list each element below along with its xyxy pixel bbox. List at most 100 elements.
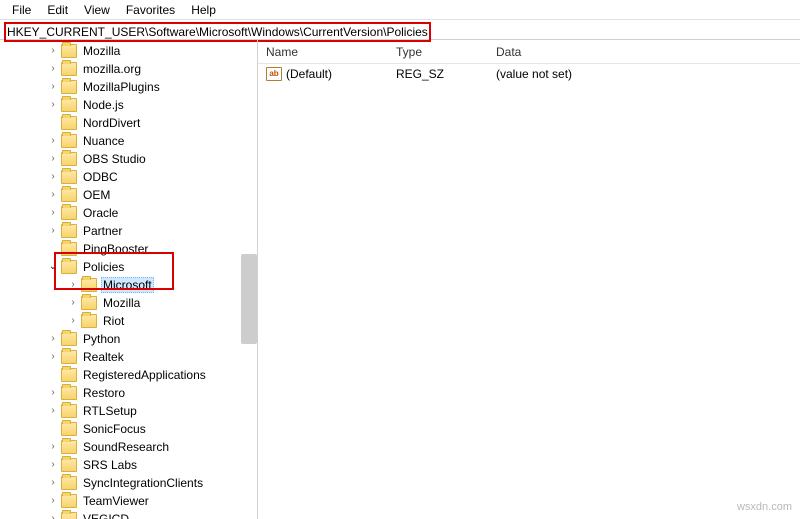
chevron-right-icon[interactable]: › (47, 42, 59, 60)
menu-file[interactable]: File (4, 1, 39, 19)
folder-icon (61, 494, 77, 508)
chevron-right-icon[interactable]: › (47, 348, 59, 366)
chevron-right-icon[interactable]: › (47, 456, 59, 474)
folder-icon (61, 134, 77, 148)
tree-item-pingbooster[interactable]: PingBooster (1, 240, 257, 258)
tree-item-odbc[interactable]: ›ODBC (1, 168, 257, 186)
tree-pane: ›Mozilla ›mozilla.org ›MozillaPlugins ›N… (0, 40, 258, 519)
folder-icon (81, 314, 97, 328)
folder-icon (61, 332, 77, 346)
folder-icon (61, 422, 77, 436)
folder-icon (61, 152, 77, 166)
tree-item-riot[interactable]: ›Riot (1, 312, 257, 330)
string-value-icon: ab (266, 67, 282, 81)
tree-item-soundresearch[interactable]: ›SoundResearch (1, 438, 257, 456)
folder-icon (61, 44, 77, 58)
value-name: (Default) (286, 67, 332, 81)
col-header-data[interactable]: Data (488, 41, 800, 63)
tree-item-mozillaplugins[interactable]: ›MozillaPlugins (1, 78, 257, 96)
chevron-right-icon[interactable]: › (47, 402, 59, 420)
registry-tree[interactable]: ›Mozilla ›mozilla.org ›MozillaPlugins ›N… (0, 42, 257, 519)
col-header-type[interactable]: Type (388, 41, 488, 63)
folder-icon (61, 440, 77, 454)
chevron-right-icon[interactable]: › (47, 168, 59, 186)
folder-icon (81, 278, 97, 292)
tree-item-obs[interactable]: ›OBS Studio (1, 150, 257, 168)
tree-item-nodejs[interactable]: ›Node.js (1, 96, 257, 114)
tree-item-partner[interactable]: ›Partner (1, 222, 257, 240)
content-area: ›Mozilla ›mozilla.org ›MozillaPlugins ›N… (0, 40, 800, 519)
menu-edit[interactable]: Edit (39, 1, 76, 19)
chevron-right-icon[interactable]: › (67, 294, 79, 312)
cell-data: (value not set) (488, 65, 800, 83)
folder-icon (61, 170, 77, 184)
chevron-right-icon[interactable]: › (47, 96, 59, 114)
tree-item-restoro[interactable]: ›Restoro (1, 384, 257, 402)
cell-name: ab (Default) (258, 65, 388, 84)
chevron-right-icon[interactable]: › (47, 132, 59, 150)
chevron-right-icon[interactable]: › (47, 474, 59, 492)
folder-icon (61, 206, 77, 220)
chevron-right-icon[interactable]: › (67, 276, 79, 294)
tree-item-vegicd[interactable]: ›VEGICD (1, 510, 257, 519)
folder-icon (61, 458, 77, 472)
list-row[interactable]: ab (Default) REG_SZ (value not set) (258, 64, 800, 84)
chevron-right-icon[interactable]: › (47, 330, 59, 348)
chevron-right-icon[interactable]: › (67, 312, 79, 330)
tree-item-sonicfocus[interactable]: SonicFocus (1, 420, 257, 438)
list-pane: Name Type Data ab (Default) REG_SZ (value… (258, 40, 800, 519)
tree-item-python[interactable]: ›Python (1, 330, 257, 348)
scrollbar-thumb[interactable] (241, 254, 257, 344)
chevron-right-icon[interactable]: › (47, 186, 59, 204)
menubar: File Edit View Favorites Help (0, 0, 800, 20)
folder-icon (61, 404, 77, 418)
menu-help[interactable]: Help (183, 1, 224, 19)
chevron-right-icon[interactable]: › (47, 510, 59, 519)
address-bar[interactable]: HKEY_CURRENT_USER\Software\Microsoft\Win… (0, 20, 800, 40)
tree-item-norddivert[interactable]: NordDivert (1, 114, 257, 132)
folder-icon (61, 98, 77, 112)
folder-icon (61, 512, 77, 519)
chevron-right-icon[interactable]: › (47, 78, 59, 96)
tree-item-realtek[interactable]: ›Realtek (1, 348, 257, 366)
tree-item-oem[interactable]: ›OEM (1, 186, 257, 204)
list-header: Name Type Data (258, 40, 800, 64)
chevron-right-icon[interactable]: › (47, 222, 59, 240)
chevron-right-icon[interactable]: › (47, 492, 59, 510)
menu-view[interactable]: View (76, 1, 118, 19)
tree-item-nuance[interactable]: ›Nuance (1, 132, 257, 150)
folder-icon (61, 368, 77, 382)
folder-icon (61, 224, 77, 238)
folder-icon (61, 260, 77, 274)
folder-icon (61, 62, 77, 76)
tree-item-rtlsetup[interactable]: ›RTLSetup (1, 402, 257, 420)
folder-icon (61, 386, 77, 400)
tree-item-microsoft[interactable]: ›Microsoft (1, 276, 257, 294)
tree-item-mozilla-org[interactable]: ›mozilla.org (1, 60, 257, 78)
tree-item-teamviewer[interactable]: ›TeamViewer (1, 492, 257, 510)
tree-item-policies-mozilla[interactable]: ›Mozilla (1, 294, 257, 312)
tree-item-mozilla[interactable]: ›Mozilla (1, 42, 257, 60)
folder-icon (61, 80, 77, 94)
tree-item-regapps[interactable]: RegisteredApplications (1, 366, 257, 384)
tree-item-syncintegration[interactable]: ›SyncIntegrationClients (1, 474, 257, 492)
tree-item-policies[interactable]: ⌄Policies (1, 258, 257, 276)
address-path: HKEY_CURRENT_USER\Software\Microsoft\Win… (4, 22, 431, 42)
chevron-down-icon[interactable]: ⌄ (47, 258, 59, 276)
tree-item-oracle[interactable]: ›Oracle (1, 204, 257, 222)
chevron-right-icon[interactable]: › (47, 60, 59, 78)
col-header-name[interactable]: Name (258, 41, 388, 63)
cell-type: REG_SZ (388, 65, 488, 83)
folder-icon (61, 188, 77, 202)
folder-icon (61, 476, 77, 490)
folder-icon (81, 296, 97, 310)
chevron-right-icon[interactable]: › (47, 204, 59, 222)
folder-icon (61, 242, 77, 256)
watermark: wsxdn.com (737, 501, 792, 513)
chevron-right-icon[interactable]: › (47, 150, 59, 168)
chevron-right-icon[interactable]: › (47, 438, 59, 456)
chevron-right-icon[interactable]: › (47, 384, 59, 402)
folder-icon (61, 350, 77, 364)
menu-favorites[interactable]: Favorites (118, 1, 183, 19)
tree-item-srslabs[interactable]: ›SRS Labs (1, 456, 257, 474)
